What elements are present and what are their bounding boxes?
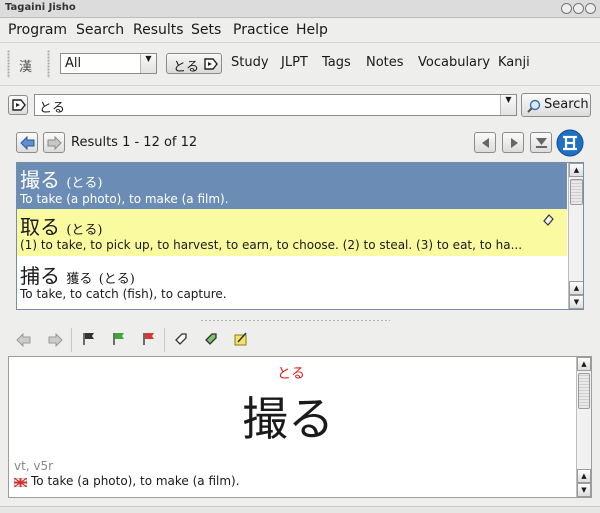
scroll-down-button[interactable]: ▼ <box>577 483 591 497</box>
toolbar-grip-2[interactable] <box>47 50 50 78</box>
menu-sets[interactable]: Sets <box>191 22 221 38</box>
app-logo-icon <box>556 129 584 157</box>
tab-study[interactable]: Study <box>231 55 269 70</box>
entry-gloss: To take (a photo), to make (a film). <box>20 192 229 206</box>
list-item[interactable]: 捕る 獲る (とる) To take, to catch (fish), to … <box>17 256 567 303</box>
tab-vocabulary[interactable]: Vocabulary <box>418 55 490 70</box>
scroll-up-button[interactable]: ▲ <box>569 163 583 177</box>
results-scrollbar[interactable]: ▲ ▲ ▼ <box>568 163 583 309</box>
filter-select-value: All <box>65 56 82 71</box>
next-page-button[interactable] <box>502 132 524 153</box>
tag-arrow-icon <box>12 99 26 111</box>
tab-tags[interactable]: Tags <box>322 55 351 70</box>
minimize-button[interactable] <box>561 3 572 14</box>
arrow-left-icon <box>20 136 35 150</box>
scroll-up-button[interactable]: ▲ <box>577 357 591 371</box>
search-button-label: Search <box>544 97 589 112</box>
triangle-down-icon <box>536 138 547 148</box>
toolbar-separator <box>71 328 72 352</box>
tab-jlpt[interactable]: JLPT <box>281 55 308 70</box>
prev-page-button[interactable] <box>474 132 496 153</box>
eraser-icon[interactable] <box>542 213 555 226</box>
green-flag-icon[interactable] <box>112 332 126 346</box>
chevron-down-icon[interactable]: ▼ <box>500 95 516 115</box>
entry-kanji-text: 捕る <box>20 264 60 288</box>
menu-results[interactable]: Results <box>133 22 184 38</box>
active-query-button[interactable]: とる <box>166 53 222 75</box>
back-button[interactable] <box>16 132 38 153</box>
results-status: Results 1 - 12 of 12 <box>71 135 198 150</box>
menu-search[interactable]: Search <box>76 22 124 38</box>
uk-flag-icon <box>14 478 27 487</box>
tab-notes[interactable]: Notes <box>366 55 404 70</box>
search-icon <box>527 99 541 113</box>
detail-scrollbar[interactable]: ▲ ▲ ▼ <box>576 357 591 497</box>
toolbar-grip[interactable] <box>7 50 10 78</box>
search-button[interactable]: Search <box>521 93 591 117</box>
detail-pos: vt, v5r <box>14 459 54 473</box>
entry-kanji: 捕る 獲る (とる) <box>20 260 135 289</box>
tab-kanji[interactable]: Kanji <box>498 55 530 70</box>
results-list: 撮る (とる) To take (a photo), to make (a fi… <box>16 162 584 310</box>
entry-kanji-text: 撮る <box>20 168 60 192</box>
toolbar-separator <box>164 328 165 352</box>
scroll-thumb[interactable] <box>578 373 590 409</box>
tag-icon[interactable] <box>174 332 188 346</box>
close-button[interactable] <box>585 3 596 14</box>
entry-gloss: (1) to take, to pick up, to harvest, to … <box>20 238 523 252</box>
splitter-handle[interactable] <box>200 319 390 322</box>
scroll-up-button[interactable]: ▲ <box>569 281 583 295</box>
active-query-label: とる <box>173 60 200 75</box>
window-title: Tagaini Jisho <box>5 2 76 13</box>
more-results-button[interactable] <box>530 132 552 153</box>
entry-reading: (とる) <box>98 272 135 287</box>
search-input-value: とる <box>39 101 66 116</box>
detail-pane: とる 撮る vt, v5r To take (a photo), to make… <box>8 356 592 498</box>
menu-help[interactable]: Help <box>296 22 328 38</box>
entry-reading: (とる) <box>66 176 103 191</box>
scroll-up-button[interactable]: ▲ <box>577 469 591 483</box>
list-item[interactable]: 撮る (とる) To take (a photo), to make (a fi… <box>17 163 567 209</box>
search-mode-button[interactable] <box>8 95 28 115</box>
menu-bar: Program Search Results Sets Practice Hel… <box>0 18 600 42</box>
chevron-down-icon: ▼ <box>140 54 156 73</box>
notes-icon[interactable] <box>234 332 248 346</box>
entry-kanji-text: 取る <box>20 215 60 239</box>
arrow-right-icon <box>47 136 62 150</box>
maximize-button[interactable] <box>573 3 584 14</box>
entry-alt-kanji: 獲る <box>66 272 93 287</box>
detail-gloss: To take (a photo), to make (a film). <box>31 474 240 488</box>
list-item[interactable]: 取る (とる) (1) to take, to pick up, to harv… <box>17 209 567 256</box>
title-bar: Tagaini Jisho <box>0 0 600 18</box>
green-tag-icon[interactable] <box>204 332 218 346</box>
arrow-right-icon[interactable] <box>47 333 63 347</box>
forward-button[interactable] <box>43 132 65 153</box>
menu-practice[interactable]: Practice <box>233 22 289 38</box>
scroll-down-button[interactable]: ▼ <box>569 295 583 309</box>
triangle-left-icon <box>482 138 489 148</box>
search-input[interactable]: とる ▼ <box>34 94 517 116</box>
red-flag-icon[interactable] <box>142 332 156 346</box>
entry-kanji: 撮る (とる) <box>20 164 103 193</box>
filter-select[interactable]: All ▼ <box>60 53 157 74</box>
arrow-left-icon[interactable] <box>16 333 32 347</box>
detail-kanji: 撮る <box>242 392 334 446</box>
tag-arrow-icon <box>204 58 218 70</box>
kanji-toggle-button[interactable]: 漢 <box>19 56 32 75</box>
scroll-thumb[interactable] <box>570 179 583 205</box>
entry-kanji: 取る (とる) <box>20 211 103 240</box>
entry-reading: (とる) <box>66 223 103 238</box>
triangle-right-icon <box>511 138 518 148</box>
detail-reading: とる <box>277 366 305 382</box>
flag-icon[interactable] <box>82 332 96 346</box>
status-bar <box>0 506 600 513</box>
menu-program[interactable]: Program <box>8 22 67 38</box>
entry-gloss: To take, to catch (fish), to capture. <box>20 287 227 301</box>
